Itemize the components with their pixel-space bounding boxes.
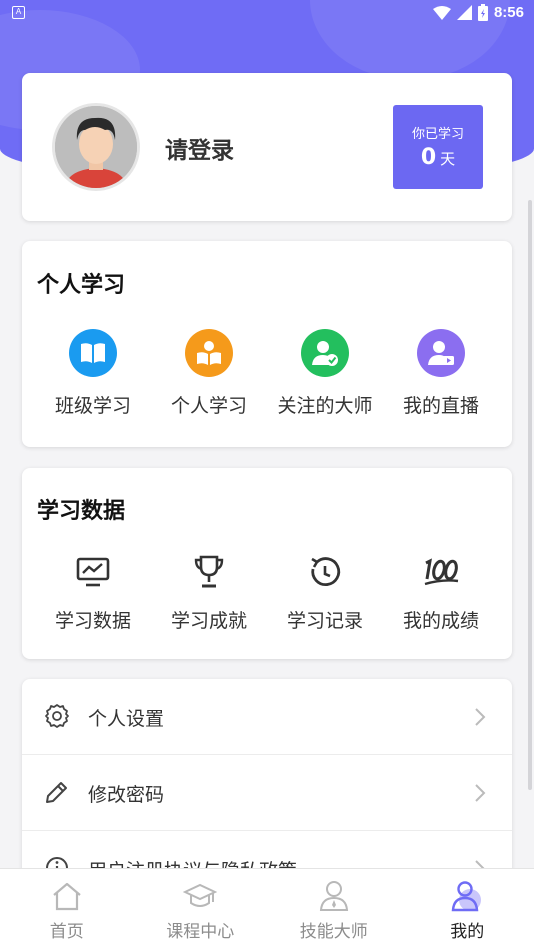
followed-masters-item[interactable]: 关注的大师 (267, 329, 383, 418)
wifi-icon (432, 5, 451, 20)
item-label: 学习成就 (170, 610, 247, 632)
home-icon (53, 882, 81, 911)
bottom-tab-bar: 首页 课程中心 技能大师 我的 (0, 868, 534, 950)
tab-course-center[interactable]: 课程中心 (134, 869, 268, 950)
personal-learning-item[interactable]: 个人学习 (151, 329, 267, 418)
avatar[interactable] (52, 103, 140, 191)
scrollbar[interactable] (528, 200, 532, 790)
study-days-value: 0天 (393, 145, 483, 170)
item-label: 学习数据 (54, 610, 131, 632)
row-label: 个人设置 (88, 708, 165, 730)
section-title: 个人学习 (37, 273, 126, 298)
learning-record-item[interactable]: 学习记录 (267, 552, 383, 633)
item-label: 个人学习 (170, 395, 247, 417)
chevron-right-icon (475, 708, 486, 726)
history-icon (301, 552, 349, 592)
learning-data-item[interactable]: 学习数据 (35, 552, 151, 633)
tab-skill-masters[interactable]: 技能大师 (267, 869, 401, 950)
study-days-unit: 天 (440, 150, 456, 168)
gear-icon (45, 704, 69, 728)
monitor-chart-icon (69, 552, 117, 592)
item-label: 我的成绩 (402, 610, 479, 632)
tab-label: 课程中心 (166, 922, 235, 942)
live-icon (417, 329, 465, 377)
avatar-person-icon (55, 106, 137, 188)
master-icon (301, 329, 349, 377)
clock: 8:56 (493, 4, 524, 21)
book-icon (69, 329, 117, 377)
tab-label: 首页 (49, 922, 84, 942)
personal-learning-card: 个人学习 班级学习 个人学习 关注的大师 我的直播 (22, 241, 512, 447)
battery-icon (477, 4, 488, 21)
study-days-number: 0 (420, 145, 437, 170)
signal-icon (456, 5, 472, 20)
trophy-icon (185, 552, 233, 592)
score-100-icon (417, 552, 465, 592)
change-password-row[interactable]: 修改密码 (22, 755, 512, 831)
user-icon (451, 881, 482, 912)
learning-data-card: 学习数据 学习数据 学习成就 学习记录 我的成绩 (22, 468, 512, 659)
pencil-icon (46, 782, 67, 803)
login-link[interactable]: 请登录 (165, 131, 234, 165)
personal-settings-row[interactable]: 个人设置 (22, 679, 512, 755)
status-bar: A 8:56 (0, 0, 534, 28)
class-learning-item[interactable]: 班级学习 (35, 329, 151, 418)
my-live-item[interactable]: 我的直播 (383, 329, 499, 418)
graduation-cap-icon (183, 883, 218, 907)
reading-icon (185, 329, 233, 377)
master-outline-icon (319, 881, 348, 911)
section-title: 学习数据 (37, 499, 126, 524)
tab-label: 我的 (450, 922, 485, 942)
tab-mine[interactable]: 我的 (401, 869, 534, 950)
item-label: 关注的大师 (277, 395, 373, 417)
chevron-right-icon (475, 784, 486, 802)
app-notification-icon: A (12, 6, 25, 19)
item-label: 我的直播 (402, 395, 479, 417)
row-label: 修改密码 (88, 784, 165, 806)
item-label: 学习记录 (286, 610, 363, 632)
profile-card: 请登录 你已学习 0天 (22, 73, 512, 221)
study-days-box: 你已学习 0天 (393, 105, 483, 189)
my-scores-item[interactable]: 我的成绩 (383, 552, 499, 633)
tab-home[interactable]: 首页 (0, 869, 134, 950)
study-days-caption: 你已学习 (411, 127, 464, 142)
item-label: 班级学习 (54, 395, 131, 417)
learning-achievement-item[interactable]: 学习成就 (151, 552, 267, 633)
tab-label: 技能大师 (299, 922, 368, 942)
